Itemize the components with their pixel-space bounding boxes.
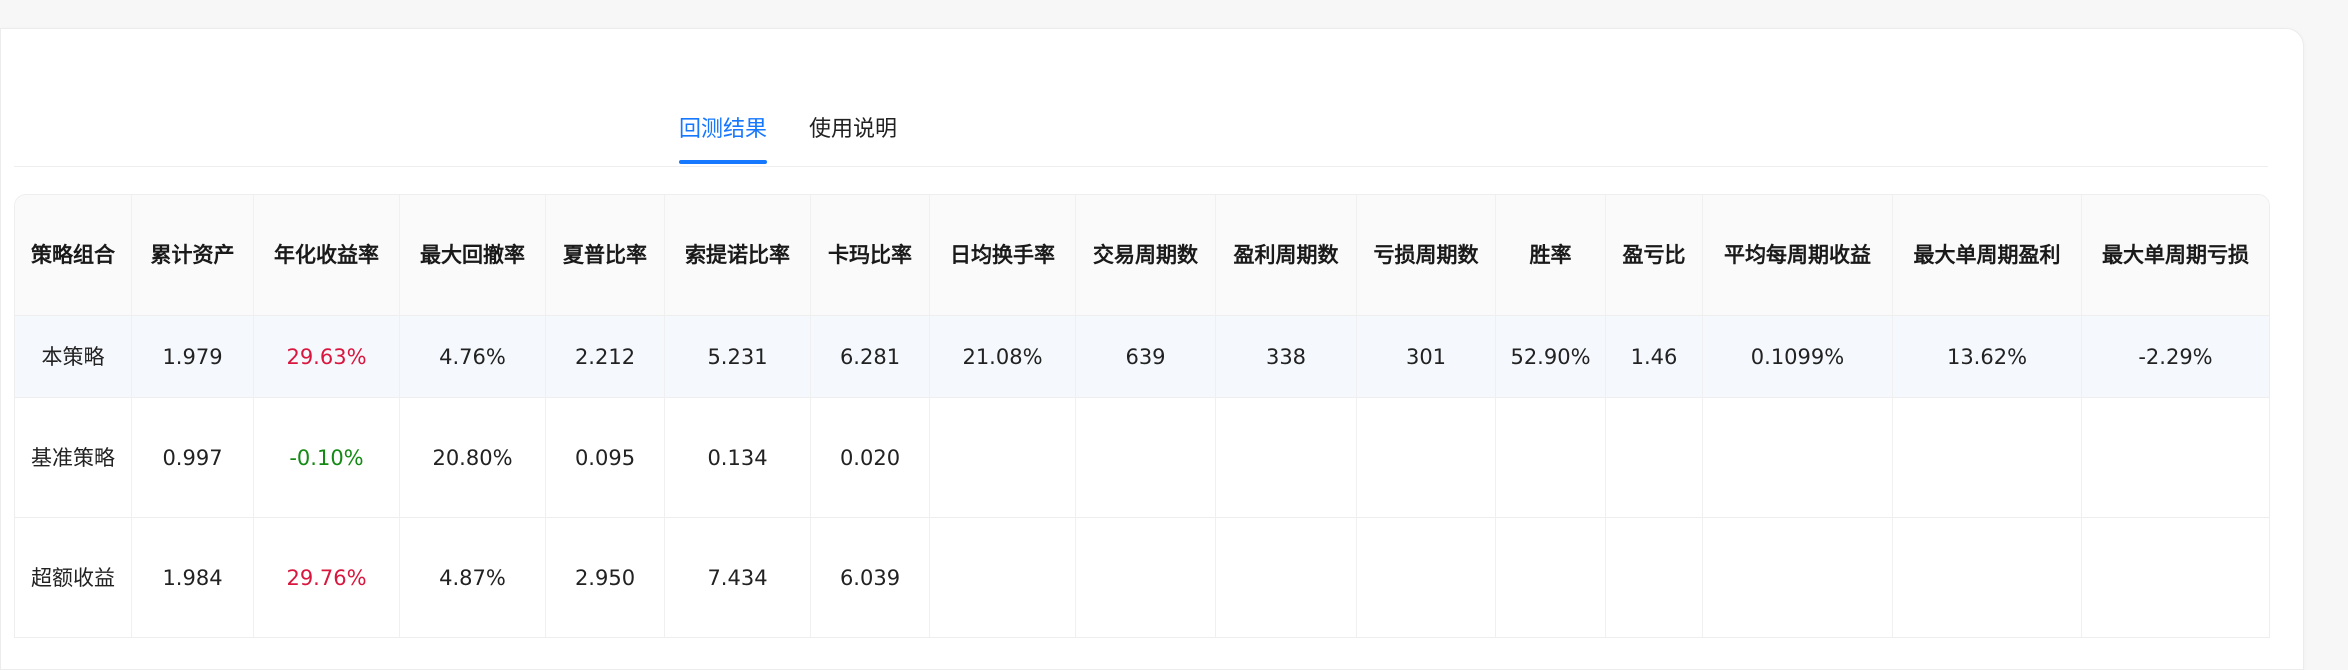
results-table: 策略组合 累计资产 年化收益率 最大回撤率 夏普比率 索提诺比率 卡玛比率 日均换手率 交易周期… xyxy=(14,194,2270,638)
tab-bar: 回测结果 使用说明 xyxy=(14,29,2268,167)
table-cell xyxy=(1216,518,1357,638)
table-cell: 0.997 xyxy=(132,398,254,518)
table-cell xyxy=(2082,398,2269,518)
table-cell xyxy=(1606,398,1703,518)
table-cell xyxy=(1606,518,1703,638)
table-cell: 639 xyxy=(1076,316,1216,398)
table-cell: 2.212 xyxy=(546,316,665,398)
table-cell xyxy=(1076,398,1216,518)
table-cell: 0.020 xyxy=(811,398,930,518)
table-cell: 338 xyxy=(1216,316,1357,398)
table-cell: 6.039 xyxy=(811,518,930,638)
table-cell: 29.63% xyxy=(254,316,400,398)
column-header: 年化收益率 xyxy=(254,195,400,316)
column-header: 策略组合 xyxy=(15,195,132,316)
table-cell: 52.90% xyxy=(1496,316,1606,398)
table-row: 本策略 1.979 29.63% 4.76% 2.212 5.231 6.281 21.08%… xyxy=(15,316,2269,398)
table-cell xyxy=(2082,518,2269,638)
table-cell xyxy=(1076,518,1216,638)
table-cell: 13.62% xyxy=(1893,316,2082,398)
column-header: 亏损周期数 xyxy=(1357,195,1496,316)
table-cell: 5.231 xyxy=(665,316,811,398)
table-cell xyxy=(1893,398,2082,518)
column-header: 日均换手率 xyxy=(930,195,1076,316)
column-header: 盈亏比 xyxy=(1606,195,1703,316)
table-cell: 20.80% xyxy=(400,398,546,518)
table-row: 超额收益 1.984 29.76% 4.87% 2.950 7.434 6.039 xyxy=(15,518,2269,638)
tab-backtest-results[interactable]: 回测结果 xyxy=(679,111,768,164)
table-cell: -0.10% xyxy=(254,398,400,518)
column-header: 夏普比率 xyxy=(546,195,665,316)
table-cell: 2.950 xyxy=(546,518,665,638)
table-cell: 1.984 xyxy=(132,518,254,638)
column-header: 最大回撤率 xyxy=(400,195,546,316)
table-cell: 6.281 xyxy=(811,316,930,398)
column-header: 平均每周期收益 xyxy=(1703,195,1893,316)
table-cell xyxy=(1216,398,1357,518)
table-cell: 4.87% xyxy=(400,518,546,638)
table-cell: 29.76% xyxy=(254,518,400,638)
column-header: 最大单周期盈利 xyxy=(1893,195,2082,316)
column-header: 交易周期数 xyxy=(1076,195,1216,316)
column-header: 索提诺比率 xyxy=(665,195,811,316)
column-header: 累计资产 xyxy=(132,195,254,316)
tab-usage-instructions[interactable]: 使用说明 xyxy=(809,111,897,143)
table-cell xyxy=(1496,398,1606,518)
table-cell: 本策略 xyxy=(15,316,132,398)
table-cell: -2.29% xyxy=(2082,316,2269,398)
table-cell: 301 xyxy=(1357,316,1496,398)
table-cell: 7.434 xyxy=(665,518,811,638)
table-cell xyxy=(1357,398,1496,518)
table-cell: 0.134 xyxy=(665,398,811,518)
results-card: 回测结果 使用说明 策略组合 累计资产 年化收益率 最大回撤率 夏普比率 索提诺比率 卡玛比… xyxy=(0,28,2304,670)
table-cell xyxy=(1496,518,1606,638)
table-cell xyxy=(1357,518,1496,638)
table-cell: 21.08% xyxy=(930,316,1076,398)
table-cell: 1.979 xyxy=(132,316,254,398)
table-cell: 1.46 xyxy=(1606,316,1703,398)
column-header: 卡玛比率 xyxy=(811,195,930,316)
column-header: 最大单周期亏损 xyxy=(2082,195,2269,316)
table-cell: 0.095 xyxy=(546,398,665,518)
table-cell: 4.76% xyxy=(400,316,546,398)
column-header: 胜率 xyxy=(1496,195,1606,316)
table-cell xyxy=(930,398,1076,518)
table-cell: 0.1099% xyxy=(1703,316,1893,398)
table-cell xyxy=(1703,518,1893,638)
table-row: 基准策略 0.997 -0.10% 20.80% 0.095 0.134 0.020 xyxy=(15,398,2269,518)
table-cell xyxy=(930,518,1076,638)
table-cell xyxy=(1703,398,1893,518)
table-cell: 超额收益 xyxy=(15,518,132,638)
table-cell xyxy=(1893,518,2082,638)
column-header: 盈利周期数 xyxy=(1216,195,1357,316)
table-header-row: 策略组合 累计资产 年化收益率 最大回撤率 夏普比率 索提诺比率 卡玛比率 日均换手率 交易周期… xyxy=(15,195,2269,316)
table-cell: 基准策略 xyxy=(15,398,132,518)
